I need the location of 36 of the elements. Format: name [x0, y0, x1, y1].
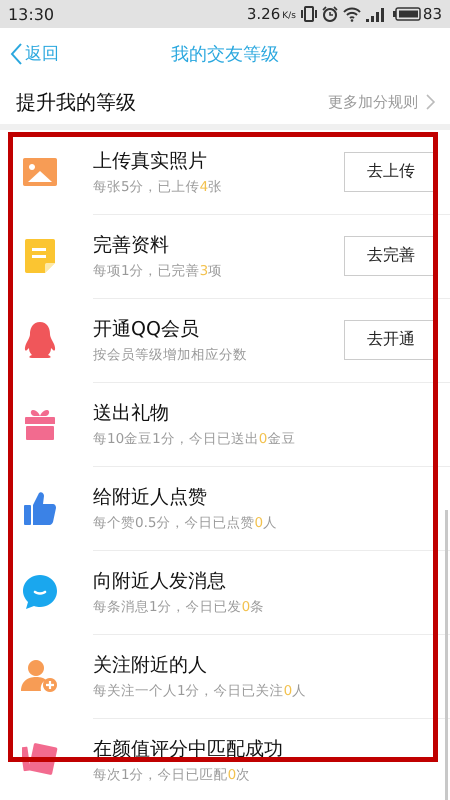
speed-unit: K/s: [282, 11, 296, 21]
image-icon: [22, 158, 56, 186]
network-speed: 3.26: [246, 5, 280, 23]
note-icon: [24, 239, 54, 273]
task-title: 在颜值评分中匹配成功: [93, 736, 283, 762]
task-title: 完善资料: [93, 232, 170, 258]
task-title: 开通QQ会员: [93, 316, 200, 342]
task-title: 上传真实照片: [93, 148, 208, 174]
page-title: 我的交友等级: [171, 43, 279, 66]
gift-icon: [24, 408, 56, 440]
alarm-icon: [322, 6, 338, 22]
task-title: 关注附近的人: [93, 652, 208, 678]
task-description: 每条消息1分，今日已发0条: [93, 598, 264, 616]
task-description: 每项1分，已完善3项: [93, 262, 222, 280]
task-description: 每关注一个人1分，今日已关注0人: [93, 682, 306, 700]
thumbs-up-icon: [24, 491, 56, 525]
vibrate-icon: [300, 6, 317, 22]
task-description: 每次1分，今日已匹配0次: [93, 766, 252, 784]
chevron-right-icon: [426, 94, 435, 110]
wifi-icon: [342, 6, 361, 22]
battery-percent: 83: [422, 5, 442, 23]
task-description: 每个赞0.5分，今日已点赞0人: [93, 514, 278, 532]
task-description: 每10金豆1分，今日已送出 0金豆: [93, 430, 296, 448]
task-description: 每张5分，已上传4张: [93, 178, 222, 196]
section-title: 提升我的等级: [16, 88, 136, 116]
task-title: 给附近人点赞: [93, 484, 208, 510]
battery-icon: [392, 6, 421, 22]
cards-icon: [22, 743, 58, 777]
add-person-icon: [20, 659, 58, 693]
clock: 13:30: [8, 4, 54, 24]
penguin-icon: [24, 322, 56, 358]
chat-bubble-icon: [22, 574, 58, 610]
task-description: 按会员等级增加相应分数: [93, 346, 247, 364]
task-title: 向附近人发消息: [93, 568, 227, 594]
chevron-left-icon: [10, 42, 22, 64]
task-title: 送出礼物: [93, 400, 170, 426]
